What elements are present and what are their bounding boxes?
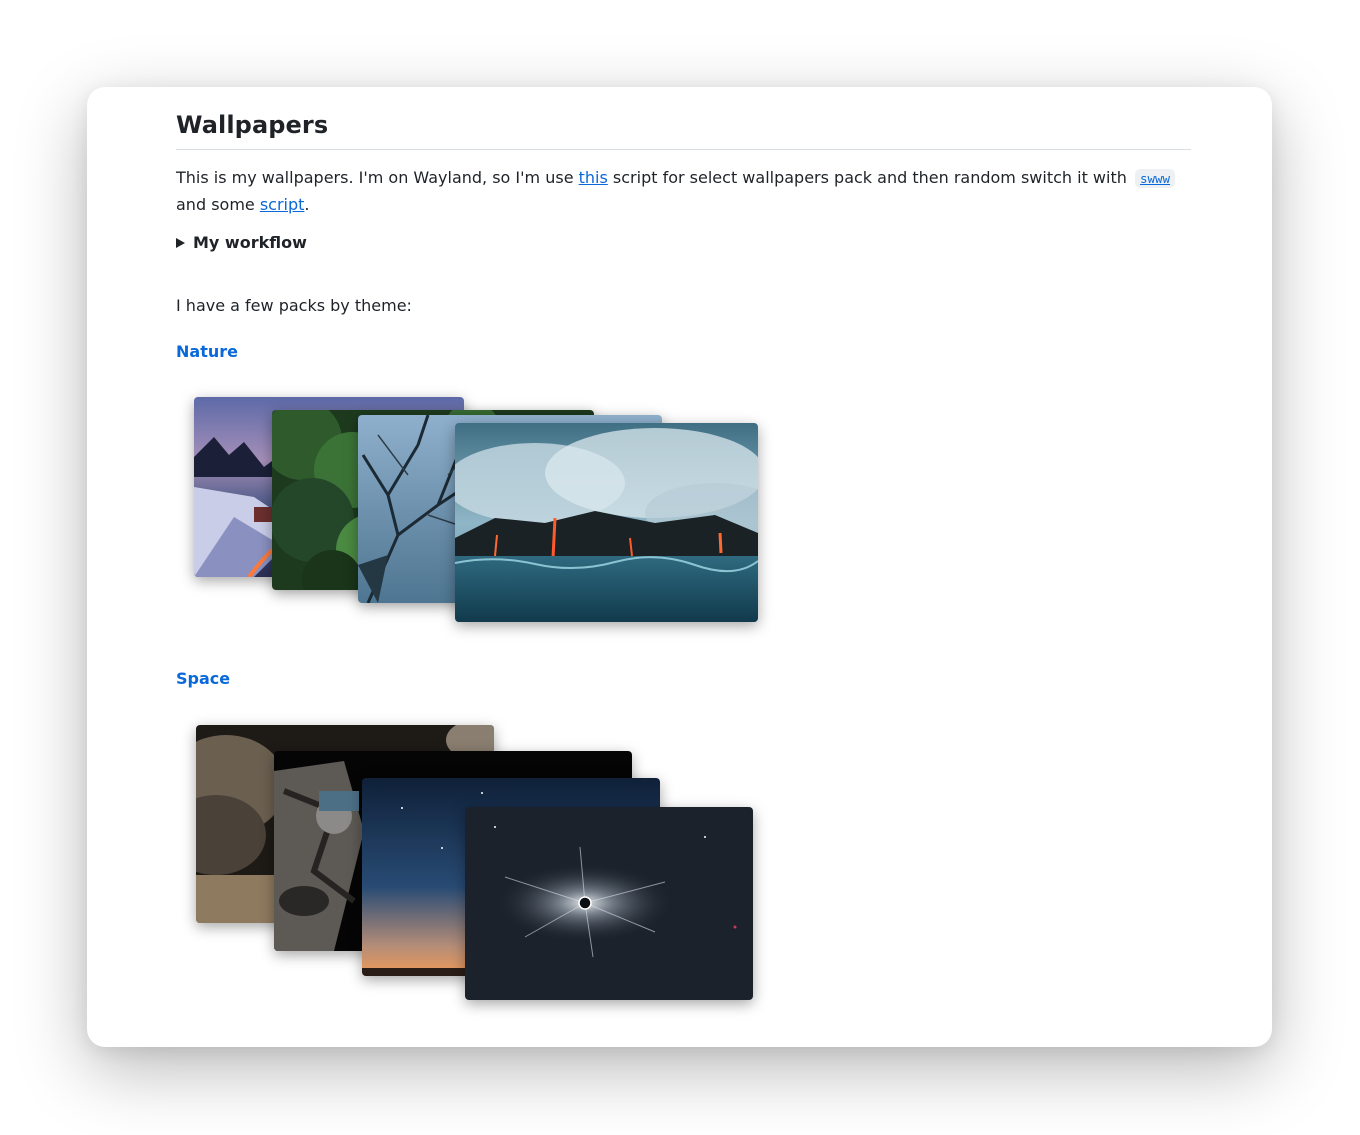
section-link-nature[interactable]: Nature (176, 342, 238, 361)
title-divider (176, 149, 1191, 150)
script-link[interactable]: script (260, 195, 305, 214)
packs-intro: I have a few packs by theme: (176, 296, 412, 315)
intro-text-1: This is my wallpapers. I'm on Wayland, s… (176, 168, 579, 187)
intro-text-4: . (304, 195, 310, 214)
page-title: Wallpapers (176, 111, 329, 139)
intro-text-2: script for select wallpapers pack and th… (607, 168, 1132, 187)
disclosure-triangle-right-icon (176, 237, 185, 248)
space-wallpaper-4-solar-eclipse[interactable] (465, 807, 753, 1000)
workflow-details-toggle[interactable]: My workflow (176, 233, 307, 252)
details-summary: My workflow (193, 233, 307, 252)
section-link-space[interactable]: Space (176, 669, 230, 688)
wallpaper-image (455, 423, 758, 622)
this-link[interactable]: this (579, 168, 608, 187)
intro-paragraph: This is my wallpapers. I'm on Wayland, s… (176, 165, 1191, 218)
nature-wallpaper-4-lava-ocean[interactable] (455, 423, 758, 622)
intro-text-3: and some (176, 195, 260, 214)
browser-window: Wallpapers This is my wallpapers. I'm on… (87, 87, 1272, 1047)
swww-code-link[interactable]: swww (1134, 169, 1176, 188)
wallpaper-image (465, 807, 753, 1000)
